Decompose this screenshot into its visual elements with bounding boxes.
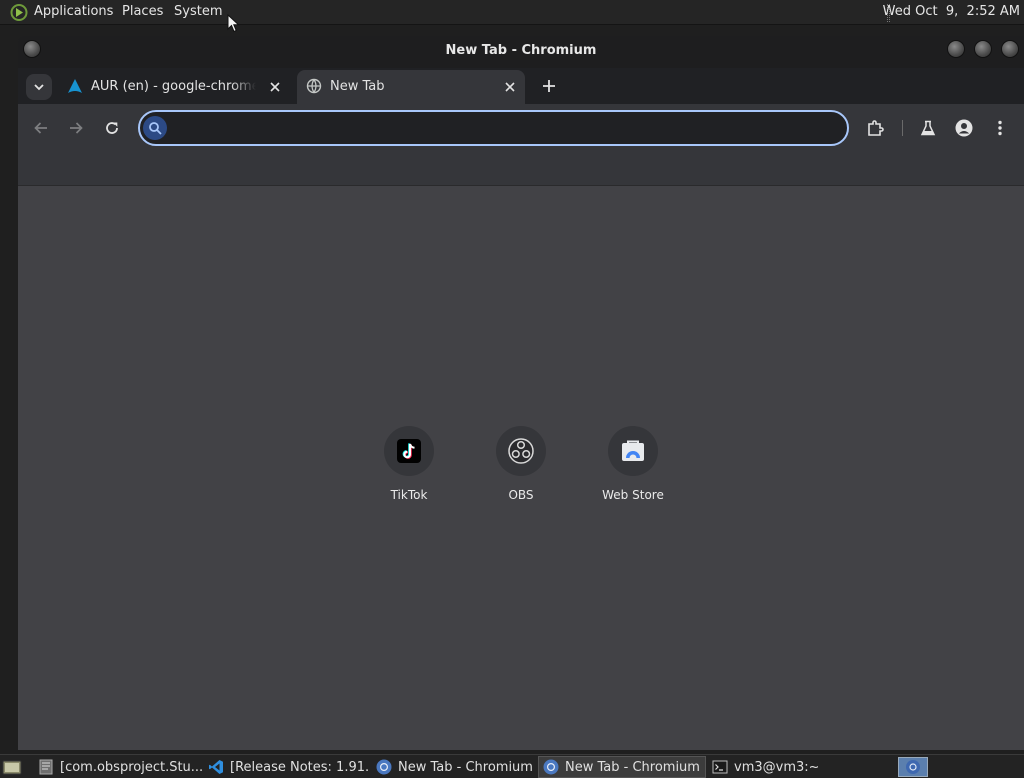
window-titlebar[interactable]: New Tab - Chromium xyxy=(18,36,1024,68)
taskbar-item-label: [com.obsproject.Stu... xyxy=(60,759,202,775)
mouse-pointer-icon xyxy=(227,14,240,33)
show-desktop-icon[interactable] xyxy=(2,758,22,776)
arrow-left-icon xyxy=(34,122,47,134)
menu-places[interactable]: Places xyxy=(122,4,163,19)
browser-toolbar xyxy=(18,104,1024,152)
obs-icon xyxy=(508,438,534,464)
new-tab-page: TikTok OBS Web Store xyxy=(18,186,1024,750)
taskbar-item-terminal[interactable]: vm3@vm3:~ xyxy=(708,756,818,778)
tiktok-icon xyxy=(397,439,421,463)
tab-title: AUR (en) - google-chrome-dev xyxy=(91,79,256,94)
close-icon[interactable] xyxy=(502,79,518,95)
chromium-icon xyxy=(906,760,920,774)
person-icon xyxy=(955,119,973,137)
tab-aur[interactable]: AUR (en) - google-chrome-dev xyxy=(58,70,290,104)
kebab-menu-icon xyxy=(998,120,1002,136)
address-input[interactable] xyxy=(174,118,834,138)
flask-icon xyxy=(920,120,936,136)
omnibox[interactable] xyxy=(138,110,849,146)
taskbar-item-chromium-active[interactable]: New Tab - Chromium xyxy=(538,756,706,778)
web-store-icon xyxy=(622,440,644,461)
back-button[interactable] xyxy=(29,116,53,140)
taskbar-item-label: New Tab - Chromium xyxy=(565,759,700,775)
taskbar-item-vscode[interactable]: [Release Notes: 1.91... xyxy=(204,756,370,778)
taskbar-item-label: New Tab - Chromium xyxy=(398,759,533,775)
taskbar: [com.obsproject.Stu... [Release Notes: 1… xyxy=(0,754,1024,778)
shortcut-tiktok[interactable]: TikTok xyxy=(353,424,465,514)
close-window-button[interactable] xyxy=(1001,40,1019,58)
obs-app-icon xyxy=(39,759,53,775)
tab-search-button[interactable] xyxy=(26,74,52,100)
taskbar-item-label: vm3@vm3:~ xyxy=(734,759,818,775)
tab-strip: AUR (en) - google-chrome-dev New Tab xyxy=(18,68,1024,104)
taskbar-item-label: [Release Notes: 1.91... xyxy=(230,759,370,775)
chromium-icon xyxy=(543,759,559,775)
chromium-window: New Tab - Chromium AUR (en) - google-chr… xyxy=(18,36,1024,750)
chrome-labs-button[interactable] xyxy=(916,116,940,140)
distro-logo-icon[interactable] xyxy=(10,4,28,21)
window-title: New Tab - Chromium xyxy=(445,43,597,58)
toolbar-divider xyxy=(902,120,903,136)
clock[interactable]: Wed Oct 9, 2:52 AM xyxy=(883,4,1020,19)
shortcut-label: TikTok xyxy=(390,488,428,502)
maximize-button[interactable] xyxy=(974,40,992,58)
tab-title: New Tab xyxy=(330,79,385,94)
chrome-menu-button[interactable] xyxy=(988,116,1012,140)
reload-button[interactable] xyxy=(100,116,124,140)
search-icon xyxy=(143,116,167,140)
shortcut-web-store[interactable]: Web Store xyxy=(577,424,689,514)
menu-system[interactable]: System xyxy=(174,4,222,19)
taskbar-item-chromium[interactable]: New Tab - Chromium xyxy=(372,756,536,778)
taskbar-item-obs[interactable]: [com.obsproject.Stu... xyxy=(34,756,202,778)
menu-applications[interactable]: Applications xyxy=(34,4,113,19)
forward-button[interactable] xyxy=(64,116,88,140)
extensions-button[interactable] xyxy=(863,116,887,140)
shortcut-label: OBS xyxy=(508,488,534,502)
profile-button[interactable] xyxy=(952,116,976,140)
terminal-icon xyxy=(712,760,728,774)
close-icon[interactable] xyxy=(267,79,283,95)
arch-icon xyxy=(68,79,82,93)
globe-icon xyxy=(306,78,322,94)
chevron-down-icon xyxy=(34,84,44,91)
new-tab-button[interactable] xyxy=(538,75,560,97)
puzzle-icon xyxy=(868,120,884,136)
reload-icon xyxy=(106,122,118,134)
tab-new-tab[interactable]: New Tab xyxy=(297,70,525,104)
shortcut-obs[interactable]: OBS xyxy=(465,424,577,514)
bookmark-bar xyxy=(18,152,1024,186)
minimize-button[interactable] xyxy=(947,40,965,58)
shortcut-label: Web Store xyxy=(602,488,664,502)
chromium-icon xyxy=(376,759,392,775)
plus-icon xyxy=(543,80,555,92)
vscode-icon xyxy=(209,760,223,774)
arrow-right-icon xyxy=(70,122,83,134)
workspace-switcher[interactable] xyxy=(898,757,928,777)
top-panel: Applications Places System Wed Oct 9, 2:… xyxy=(0,0,1024,25)
